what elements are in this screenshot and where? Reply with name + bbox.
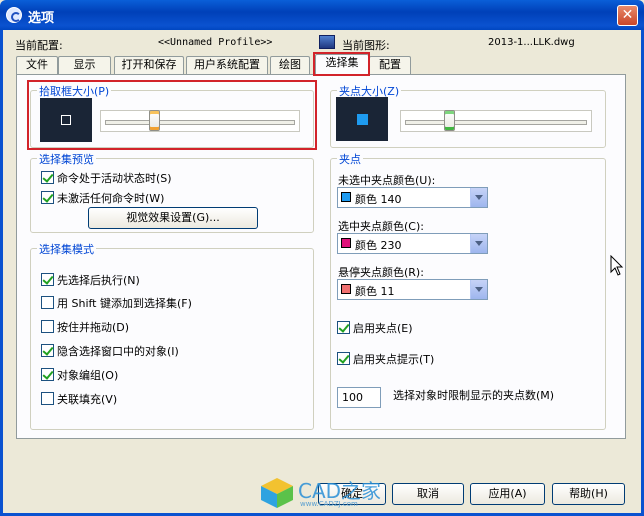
noun-verb-checkbox[interactable] — [41, 273, 54, 286]
chevron-down-icon[interactable] — [470, 188, 487, 207]
tab-files[interactable]: 文件 — [16, 56, 58, 74]
grips-title: 夹点 — [337, 151, 363, 167]
help-button[interactable]: 帮助(H) — [552, 483, 625, 505]
object-grouping-label: 对象编组(O) — [57, 369, 119, 382]
grip-size-preview — [336, 97, 388, 141]
close-button[interactable]: ✕ — [617, 5, 638, 26]
selected-grip-color-select[interactable]: 颜色 230 — [337, 233, 488, 254]
cancel-button[interactable]: 取消 — [392, 483, 464, 505]
enable-grips-label: 启用夹点(E) — [353, 322, 413, 335]
hover-grip-label: 悬停夹点颜色(R): — [338, 266, 424, 279]
unselected-color-swatch — [341, 192, 351, 202]
mouse-cursor-icon — [610, 255, 624, 276]
watermark-url: www.CADZJ.com — [300, 500, 358, 508]
grip-limit-input[interactable]: 100 — [337, 387, 381, 408]
implied-window-label: 隐含选择窗口中的对象(I) — [57, 345, 179, 358]
preview-inactive-checkbox[interactable] — [41, 191, 54, 204]
drawing-value: 2013-1...LLK.dwg — [488, 37, 575, 48]
tab-user-preferences[interactable]: 用户系统配置 — [186, 56, 268, 74]
selected-color-swatch — [341, 238, 351, 248]
drawing-icon — [319, 35, 335, 49]
app-icon — [6, 7, 22, 23]
preview-title: 选择集预览 — [37, 151, 96, 167]
tab-display[interactable]: 显示 — [58, 56, 111, 74]
tab-profiles[interactable]: 配置 — [369, 56, 411, 74]
preview-active-checkbox[interactable] — [41, 171, 54, 184]
chevron-down-icon[interactable] — [470, 280, 487, 299]
grip-tips-checkbox[interactable] — [337, 352, 350, 365]
associative-hatch-label: 关联填充(V) — [57, 393, 118, 406]
apply-button[interactable]: 应用(A) — [470, 483, 545, 505]
hover-color-value: 颜色 11 — [355, 285, 395, 298]
unselected-grip-label: 未选中夹点颜色(U): — [338, 174, 436, 187]
preview-active-label: 命令处于活动状态时(S) — [57, 172, 172, 185]
preview-inactive-label: 未激活任何命令时(W) — [57, 192, 165, 205]
drawing-label: 当前图形: — [342, 39, 390, 52]
press-drag-checkbox[interactable] — [41, 320, 54, 333]
selection-mode-title: 选择集模式 — [37, 241, 96, 257]
unselected-color-value: 颜色 140 — [355, 193, 402, 206]
tab-drafting[interactable]: 绘图 — [270, 56, 310, 74]
profile-value: <<Unnamed Profile>> — [158, 37, 273, 48]
press-drag-label: 按住并拖动(D) — [57, 321, 130, 334]
grip-tips-label: 启用夹点提示(T) — [353, 353, 435, 366]
implied-window-checkbox[interactable] — [41, 344, 54, 357]
tab-highlight-box — [313, 52, 370, 76]
hover-color-swatch — [341, 284, 351, 294]
grip-limit-label: 选择对象时限制显示的夹点数(M) — [393, 389, 555, 402]
pickbox-highlight-box — [27, 80, 317, 150]
hover-grip-color-select[interactable]: 颜色 11 — [337, 279, 488, 300]
visual-effects-button[interactable]: 视觉效果设置(G)... — [88, 207, 258, 229]
associative-hatch-checkbox[interactable] — [41, 392, 54, 405]
grip-size-slider[interactable] — [400, 110, 592, 132]
shift-add-checkbox[interactable] — [41, 296, 54, 309]
tab-open-save[interactable]: 打开和保存 — [114, 56, 184, 74]
cad-home-logo-icon — [261, 478, 293, 508]
profile-label: 当前配置: — [15, 39, 63, 52]
selected-grip-label: 选中夹点颜色(C): — [338, 220, 424, 233]
noun-verb-label: 先选择后执行(N) — [57, 274, 140, 287]
grip-size-slider-thumb[interactable] — [443, 110, 455, 131]
title-bar: 选项 ✕ — [0, 0, 644, 30]
chevron-down-icon[interactable] — [470, 234, 487, 253]
enable-grips-checkbox[interactable] — [337, 321, 350, 334]
object-grouping-checkbox[interactable] — [41, 368, 54, 381]
selected-color-value: 颜色 230 — [355, 239, 402, 252]
shift-add-label: 用 Shift 键添加到选择集(F) — [57, 297, 192, 310]
unselected-grip-color-select[interactable]: 颜色 140 — [337, 187, 488, 208]
grip-square-icon — [357, 114, 368, 125]
window-title: 选项 — [28, 11, 55, 26]
pickbox-slider-thumb[interactable] — [149, 110, 161, 131]
